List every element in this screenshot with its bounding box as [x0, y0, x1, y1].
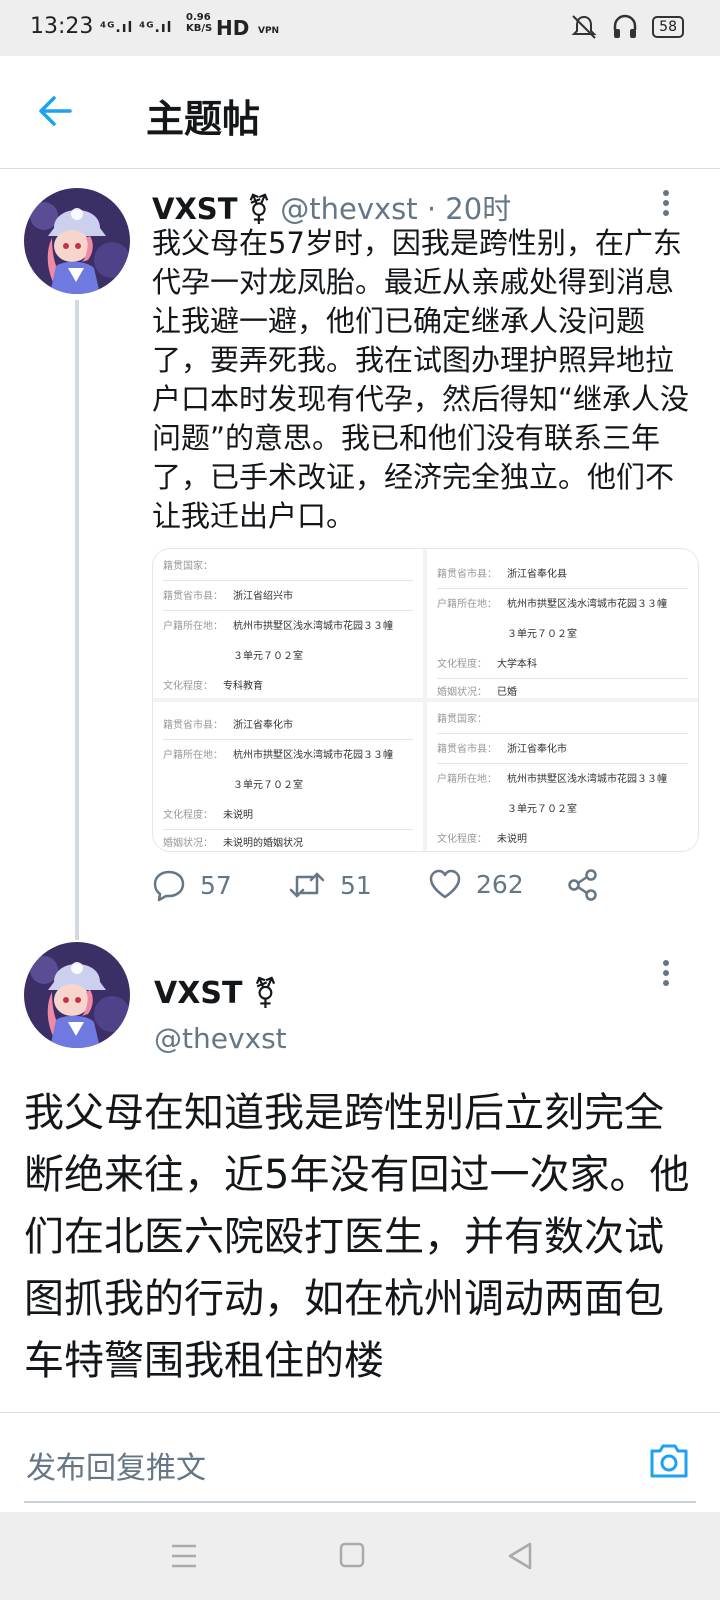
reply-button[interactable]: 57	[152, 868, 232, 902]
gender-symbol: ⚧	[252, 976, 279, 1011]
home-button[interactable]	[332, 1538, 372, 1574]
gender-symbol: ⚧	[246, 192, 272, 226]
tweet-image-4[interactable]: 籍贯国家： 籍贯省市县： 浙江省奉化市 户籍所在地： 杭州市拱墅区浅水湾城市花园３３…	[427, 702, 698, 851]
retweet-icon	[289, 872, 325, 898]
avatar[interactable]	[24, 188, 130, 294]
nav-back-button[interactable]	[500, 1538, 540, 1574]
tweet-image-3[interactable]: 籍贯省市县： 浙江省奉化市 户籍所在地： 杭州市拱墅区浅水湾城市花园３３幢 ３单元７…	[153, 702, 423, 851]
share-icon	[568, 869, 597, 901]
doc-row: 户籍所在地： 杭州市拱墅区浅水湾城市花园３３幢	[437, 774, 667, 785]
tweet-text: 我父母在知道我是跨性别后立刻完全断绝来往，近5年没有回过一次家。他们在北医六院殴…	[24, 1090, 690, 1384]
menu-icon	[172, 1544, 196, 1568]
tweet-time: · 20时	[426, 192, 512, 226]
menu-button[interactable]	[164, 1538, 204, 1574]
doc-row: 文化程度： 大学本科	[437, 655, 688, 679]
thread-line	[75, 300, 79, 940]
signal-icon: ⁴ᴳ.ıl ⁴ᴳ.ıl	[100, 20, 173, 36]
tweet-image-2[interactable]: 籍贯省市县： 浙江省奉化县 户籍所在地： 杭州市拱墅区浅水湾城市花园３３幢 ３单元７…	[427, 549, 698, 698]
display-name-text: VXST	[154, 976, 243, 1011]
avatar-image	[24, 942, 130, 1048]
tweet-header: VXST ⚧ @thevxst · 20时	[152, 186, 511, 228]
back-button[interactable]	[36, 91, 76, 131]
tweet-actions: 57 51 262	[152, 868, 692, 918]
doc-row: 籍贯省市县： 浙江省绍兴市	[163, 587, 413, 611]
tweet-more-button[interactable]	[656, 188, 676, 218]
tweet-text: 我父母在57岁时，因我是跨性别，在广东代孕一对龙凤胎。最近从亲戚处得到消息让我避…	[152, 226, 690, 533]
doc-row: 文化程度： 专科教育	[163, 677, 413, 698]
network-speed-value: 0.96	[186, 12, 211, 23]
more-vert-icon	[663, 960, 669, 986]
reply-icon	[153, 870, 185, 902]
back-triangle-icon	[508, 1542, 532, 1570]
reply-count: 57	[200, 870, 232, 900]
network-speed: 0.96 KB/S	[186, 12, 212, 34]
avatar[interactable]	[24, 942, 130, 1048]
doc-row: 籍贯国家：	[163, 557, 413, 581]
doc-row: 籍贯省市县： 浙江省奉化市	[163, 716, 413, 740]
network-speed-unit: KB/S	[186, 23, 213, 34]
doc-row: ３单元７０２室	[507, 804, 577, 815]
doc-row: 籍贯省市县： 浙江省奉化市	[437, 740, 688, 764]
system-nav-bar	[0, 1512, 720, 1600]
like-count: 262	[476, 869, 524, 899]
page-title: 主题帖	[146, 97, 261, 141]
reply-input[interactable]: 发布回复推文	[24, 1413, 696, 1503]
more-vert-icon	[663, 190, 669, 216]
doc-row: ３单元７０２室	[233, 651, 303, 662]
battery-indicator: 58	[652, 16, 684, 38]
back-arrow-icon	[39, 96, 72, 126]
mute-icon	[571, 15, 597, 39]
doc-row: 文化程度： 未说明	[163, 806, 413, 830]
display-name[interactable]: VXST	[152, 192, 237, 226]
status-right-icons: 58	[570, 14, 684, 40]
retweet-button[interactable]: 51	[288, 868, 372, 902]
doc-row: 文化程度： 未说明	[437, 830, 688, 851]
doc-row: 婚姻状况： 未说明的婚姻状况	[163, 834, 413, 851]
headphones-icon	[613, 14, 637, 38]
user-handle[interactable]: @thevxst	[280, 192, 417, 226]
reply-bar: 发布回复推文	[0, 1412, 720, 1513]
display-name[interactable]: VXST ⚧	[154, 976, 278, 1011]
app-header: 主题帖	[0, 56, 720, 169]
like-button[interactable]: 262	[428, 868, 524, 900]
tweet-image-1[interactable]: 籍贯国家： 籍贯省市县： 浙江省绍兴市 户籍所在地： 杭州市拱墅区浅水湾城市花园３３…	[153, 549, 423, 698]
camera-button[interactable]	[648, 1441, 690, 1483]
hd-indicator: HD	[216, 16, 250, 40]
reply-placeholder: 发布回复推文	[26, 1451, 206, 1486]
user-handle[interactable]: @thevxst	[154, 1022, 287, 1055]
doc-row: ３单元７０２室	[233, 780, 303, 791]
like-icon	[429, 869, 461, 899]
doc-row: 婚姻状况： 已婚	[437, 683, 688, 698]
home-icon	[339, 1542, 365, 1568]
share-button[interactable]	[566, 868, 600, 902]
status-bar: 13:23 ⁴ᴳ.ıl ⁴ᴳ.ıl 0.96 KB/S HD VPN 58	[0, 0, 720, 56]
doc-row: 籍贯省市县： 浙江省奉化县	[437, 565, 688, 589]
doc-row: 户籍所在地： 杭州市拱墅区浅水湾城市花园３３幢	[163, 621, 393, 632]
avatar-image	[24, 188, 130, 294]
doc-row: ３单元７０２室	[507, 629, 577, 640]
vpn-indicator: VPN	[258, 26, 280, 36]
doc-row: 户籍所在地： 杭州市拱墅区浅水湾城市花园３３幢	[437, 599, 667, 610]
tweet-more-button[interactable]	[656, 958, 676, 988]
retweet-count: 51	[340, 870, 372, 900]
status-time: 13:23	[30, 14, 94, 39]
camera-icon	[650, 1444, 688, 1478]
doc-row: 户籍所在地： 杭州市拱墅区浅水湾城市花园３３幢	[163, 750, 393, 761]
doc-row: 籍贯国家：	[437, 710, 688, 734]
tweet-image-grid: 籍贯国家： 籍贯省市县： 浙江省绍兴市 户籍所在地： 杭州市拱墅区浅水湾城市花园３３…	[152, 548, 699, 852]
